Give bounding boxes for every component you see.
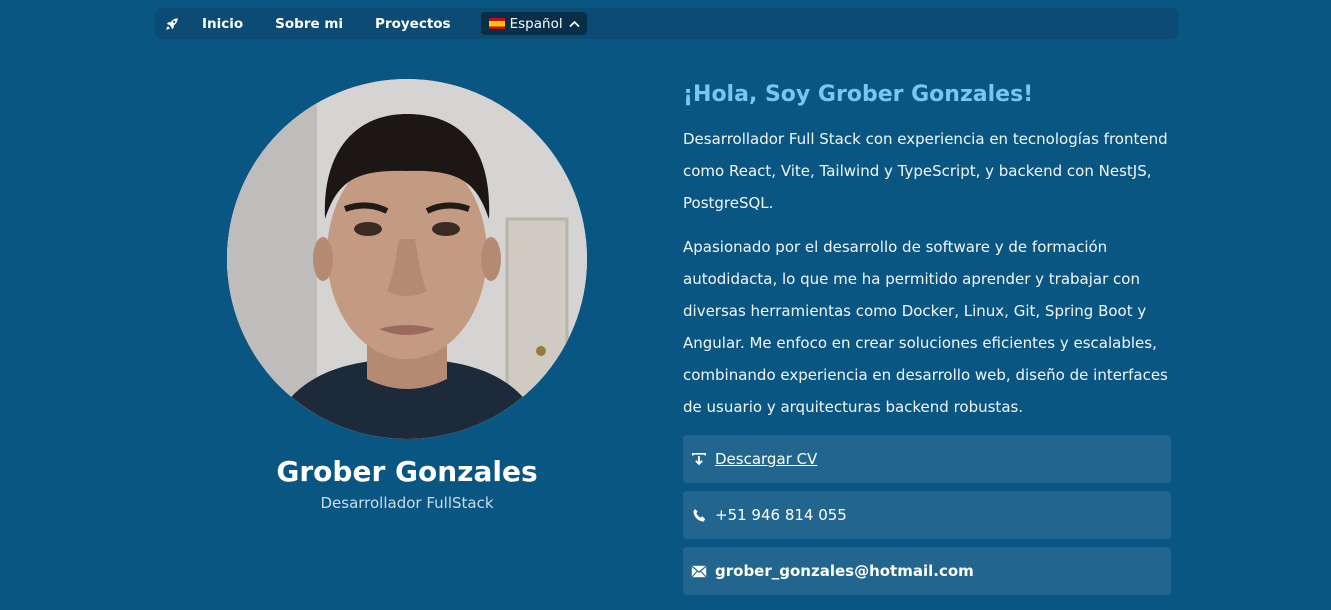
profile-avatar bbox=[227, 79, 587, 439]
navbar: Inicio Sobre mi Proyectos Español bbox=[155, 8, 1178, 39]
bio-paragraph-1: Desarrollador Full Stack con experiencia… bbox=[683, 130, 1168, 212]
envelope-icon bbox=[691, 563, 707, 579]
profile-role: Desarrollador FullStack bbox=[320, 494, 494, 512]
profile-name: Grober Gonzales bbox=[276, 455, 538, 488]
greeting-heading: ¡Hola, Soy Grober Gonzales! bbox=[683, 82, 1034, 107]
nav-link-proyectos[interactable]: Proyectos bbox=[375, 16, 451, 32]
profile-photo bbox=[227, 79, 587, 439]
language-label: Español bbox=[509, 15, 563, 32]
phone-number: +51 946 814 055 bbox=[715, 506, 847, 524]
phone-card[interactable]: +51 946 814 055 bbox=[683, 491, 1171, 539]
email-address: grober_gonzales@hotmail.com bbox=[715, 562, 974, 580]
email-card[interactable]: grober_gonzales@hotmail.com bbox=[683, 547, 1171, 595]
language-select[interactable]: Español bbox=[480, 12, 587, 35]
rocket-icon[interactable] bbox=[157, 8, 187, 39]
nav-link-inicio[interactable]: Inicio bbox=[202, 16, 243, 32]
phone-icon bbox=[691, 507, 707, 523]
chevron-up-icon bbox=[569, 20, 580, 28]
nav-link-sobre-mi[interactable]: Sobre mi bbox=[275, 16, 343, 32]
download-cv-link[interactable]: Descargar CV bbox=[715, 450, 817, 468]
bio-paragraph-2: Apasionado por el desarrollo de software… bbox=[683, 238, 1168, 416]
download-icon bbox=[691, 451, 707, 467]
download-cv-card[interactable]: Descargar CV bbox=[683, 435, 1171, 483]
spain-flag-icon bbox=[488, 18, 505, 29]
